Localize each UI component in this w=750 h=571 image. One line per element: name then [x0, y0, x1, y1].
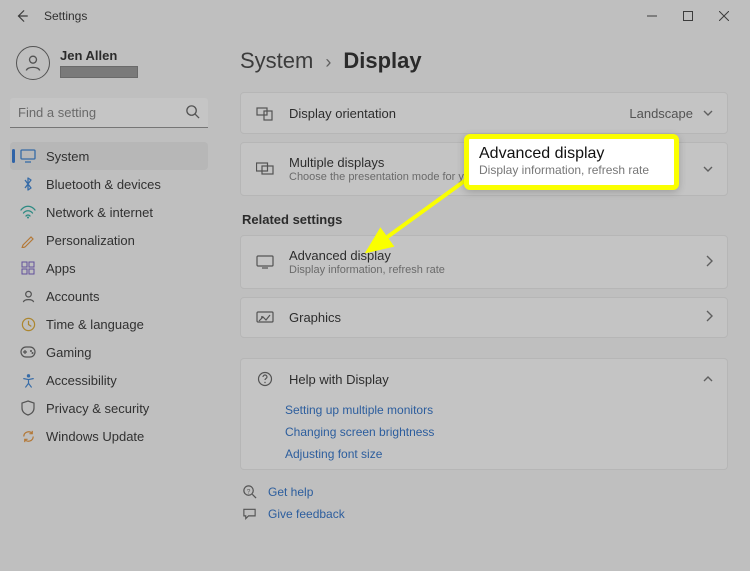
sidebar-item-system[interactable]: System [10, 142, 208, 170]
sidebar-item-gaming[interactable]: Gaming [10, 338, 208, 366]
search-wrap [10, 98, 208, 128]
update-icon [20, 428, 36, 444]
sidebar-item-bluetooth[interactable]: Bluetooth & devices [10, 170, 208, 198]
settings-window: Settings Jen Allen [0, 0, 750, 571]
graphics-icon [255, 311, 275, 325]
section-related-settings: Related settings [242, 212, 728, 227]
card-subtitle: Display information, refresh rate [289, 264, 691, 276]
chevron-down-icon [703, 162, 713, 177]
close-button[interactable] [706, 2, 742, 30]
get-help-icon: ? [240, 484, 258, 499]
shield-icon [20, 400, 36, 416]
sidebar-item-network[interactable]: Network & internet [10, 198, 208, 226]
chevron-down-icon [703, 106, 713, 121]
breadcrumb-current: Display [343, 48, 421, 74]
help-links: Setting up multiple monitors Changing sc… [240, 399, 728, 470]
sidebar-item-label: System [46, 149, 89, 164]
svg-text:?: ? [246, 488, 250, 495]
sidebar-item-label: Time & language [46, 317, 144, 332]
close-icon [719, 11, 729, 21]
give-feedback-label: Give feedback [268, 507, 345, 521]
gaming-icon [20, 344, 36, 360]
maximize-button[interactable] [670, 2, 706, 30]
sidebar-item-label: Windows Update [46, 429, 144, 444]
search-input[interactable] [10, 98, 208, 128]
annotation-callout: Advanced display Display information, re… [464, 134, 679, 190]
chevron-right-icon [705, 310, 713, 325]
card-help-with-display[interactable]: Help with Display [240, 358, 728, 399]
help-link-monitors[interactable]: Setting up multiple monitors [285, 403, 727, 417]
window-title: Settings [44, 9, 87, 23]
callout-title: Advanced display [479, 145, 664, 163]
orientation-value[interactable]: Landscape [629, 106, 693, 121]
sidebar-item-privacy[interactable]: Privacy & security [10, 394, 208, 422]
back-button[interactable] [8, 2, 36, 30]
sidebar-item-apps[interactable]: Apps [10, 254, 208, 282]
titlebar: Settings [0, 0, 750, 32]
orientation-icon [255, 105, 275, 121]
user-info: Jen Allen [60, 48, 138, 78]
footer-links: ? Get help Give feedback [240, 484, 728, 521]
help-icon [255, 371, 275, 387]
sidebar-item-label: Network & internet [46, 205, 153, 220]
user-email-redacted [60, 66, 138, 78]
sidebar-item-label: Gaming [46, 345, 92, 360]
apps-icon [20, 260, 36, 276]
accounts-icon [20, 288, 36, 304]
card-advanced-display[interactable]: Advanced display Display information, re… [240, 235, 728, 289]
give-feedback-link[interactable]: Give feedback [240, 507, 728, 521]
get-help-label: Get help [268, 485, 313, 499]
sidebar-item-update[interactable]: Windows Update [10, 422, 208, 450]
sidebar-item-label: Bluetooth & devices [46, 177, 161, 192]
user-account[interactable]: Jen Allen [10, 40, 208, 90]
minimize-button[interactable] [634, 2, 670, 30]
nav: System Bluetooth & devices Network & int… [10, 142, 208, 450]
breadcrumb-sep: › [325, 52, 331, 73]
card-display-orientation[interactable]: Display orientation Landscape [240, 92, 728, 134]
card-title: Graphics [289, 310, 691, 325]
sidebar-item-time[interactable]: Time & language [10, 310, 208, 338]
multiple-displays-icon [255, 162, 275, 176]
breadcrumb: System › Display [240, 48, 728, 74]
sidebar-item-accounts[interactable]: Accounts [10, 282, 208, 310]
content: System › Display Display orientation Lan… [218, 32, 750, 571]
chevron-up-icon [703, 372, 713, 387]
sidebar-item-label: Privacy & security [46, 401, 149, 416]
sidebar: Jen Allen System Bluetooth & devices [0, 32, 218, 571]
sidebar-item-label: Apps [46, 261, 76, 276]
user-name: Jen Allen [60, 48, 138, 63]
accessibility-icon [20, 372, 36, 388]
personalization-icon [20, 232, 36, 248]
breadcrumb-parent[interactable]: System [240, 48, 313, 74]
card-title: Help with Display [289, 372, 689, 387]
person-icon [23, 53, 43, 73]
feedback-icon [240, 507, 258, 521]
sidebar-item-label: Accounts [46, 289, 99, 304]
minimize-icon [647, 11, 657, 21]
help-link-fontsize[interactable]: Adjusting font size [285, 447, 727, 461]
bluetooth-icon [20, 176, 36, 192]
avatar [16, 46, 50, 80]
card-title: Advanced display [289, 248, 691, 263]
help-link-brightness[interactable]: Changing screen brightness [285, 425, 727, 439]
monitor-icon [255, 255, 275, 269]
sidebar-item-label: Accessibility [46, 373, 117, 388]
search-icon [185, 104, 200, 122]
time-icon [20, 316, 36, 332]
callout-subtitle: Display information, refresh rate [479, 163, 664, 177]
get-help-link[interactable]: ? Get help [240, 484, 728, 499]
chevron-right-icon [705, 255, 713, 270]
arrow-left-icon [15, 9, 29, 23]
card-graphics[interactable]: Graphics [240, 297, 728, 338]
system-icon [20, 148, 36, 164]
network-icon [20, 204, 36, 220]
maximize-icon [683, 11, 693, 21]
sidebar-item-label: Personalization [46, 233, 135, 248]
sidebar-item-personalization[interactable]: Personalization [10, 226, 208, 254]
sidebar-item-accessibility[interactable]: Accessibility [10, 366, 208, 394]
card-title: Display orientation [289, 106, 615, 121]
